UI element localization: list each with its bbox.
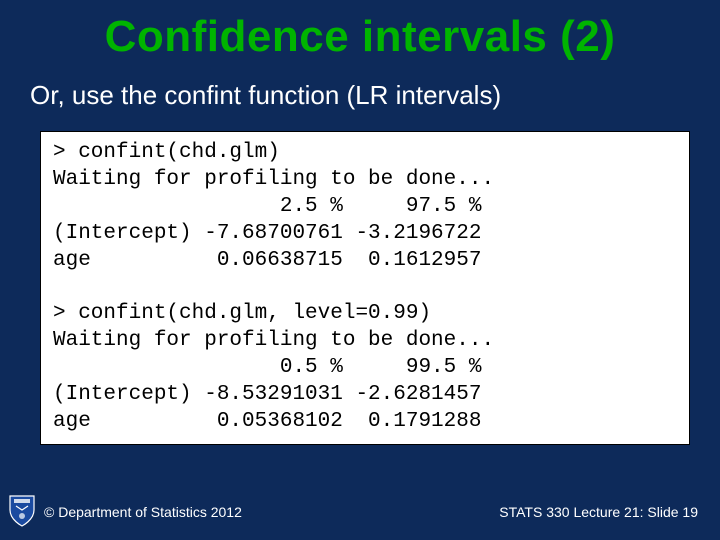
university-crest-icon bbox=[8, 494, 36, 528]
code-output-box: > confint(chd.glm) Waiting for profiling… bbox=[40, 131, 690, 445]
slide-subtitle: Or, use the confint function (LR interva… bbox=[0, 62, 720, 121]
slide-title: Confidence intervals (2) bbox=[0, 0, 720, 62]
slide-number: STATS 330 Lecture 21: Slide 19 bbox=[499, 504, 698, 520]
copyright-text: © Department of Statistics 2012 bbox=[44, 504, 242, 520]
